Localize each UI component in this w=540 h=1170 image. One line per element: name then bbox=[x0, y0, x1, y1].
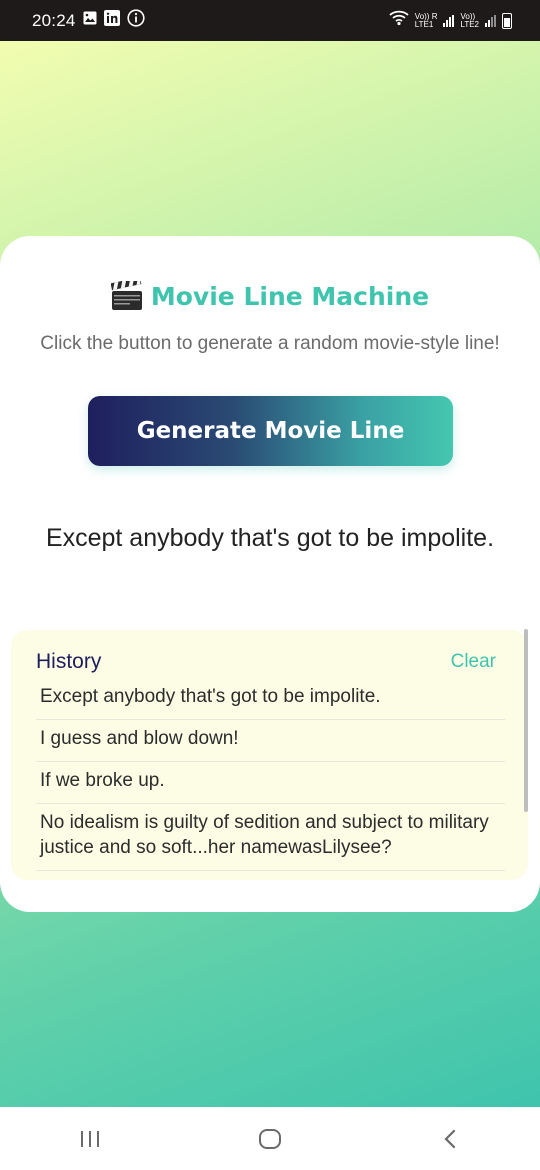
history-item[interactable]: If we broke up. bbox=[36, 762, 505, 804]
history-panel[interactable]: History Clear Except anybody that's got … bbox=[11, 630, 528, 880]
wifi-icon bbox=[389, 10, 409, 31]
page-title: Movie Line Machine bbox=[150, 281, 430, 311]
gallery-icon bbox=[83, 11, 97, 30]
sim1-label: Vo)) R LTE1 bbox=[414, 11, 438, 29]
generated-line: Except anybody that's got to be impolite… bbox=[45, 524, 495, 552]
navigation-bar bbox=[0, 1107, 540, 1170]
page-subtitle: Click the button to generate a random mo… bbox=[40, 333, 500, 354]
history-header: History Clear bbox=[36, 650, 496, 674]
status-time: 20:24 bbox=[32, 10, 76, 30]
signal-icon bbox=[443, 14, 455, 27]
history-item[interactable]: I guess and blow down! bbox=[36, 720, 505, 762]
history-item[interactable]: No idealism is guilty of sedition and su… bbox=[36, 804, 505, 871]
history-title: History bbox=[36, 650, 102, 673]
linkedin-icon bbox=[103, 10, 120, 31]
history-scrollbar[interactable] bbox=[524, 629, 528, 812]
clapperboard-icon bbox=[110, 277, 143, 311]
status-bar: 20:24 Vo)) R LTE1 Vo)) LTE2 bbox=[0, 0, 540, 41]
battery-icon bbox=[502, 12, 512, 29]
clear-history-button[interactable]: Clear bbox=[451, 651, 496, 673]
history-item[interactable]: Except anybody that's got to be impolite… bbox=[36, 678, 505, 720]
app-header: Movie Line Machine bbox=[0, 277, 540, 314]
recent-apps-icon[interactable] bbox=[70, 1124, 110, 1154]
sim2-label: Vo)) LTE2 bbox=[460, 11, 479, 29]
history-list: Except anybody that's got to be impolite… bbox=[36, 678, 505, 871]
back-icon[interactable] bbox=[430, 1124, 470, 1154]
signal-icon bbox=[485, 14, 496, 27]
info-icon bbox=[126, 9, 145, 32]
home-icon[interactable] bbox=[250, 1124, 290, 1154]
generate-movie-line-button[interactable]: Generate Movie Line bbox=[88, 396, 453, 466]
